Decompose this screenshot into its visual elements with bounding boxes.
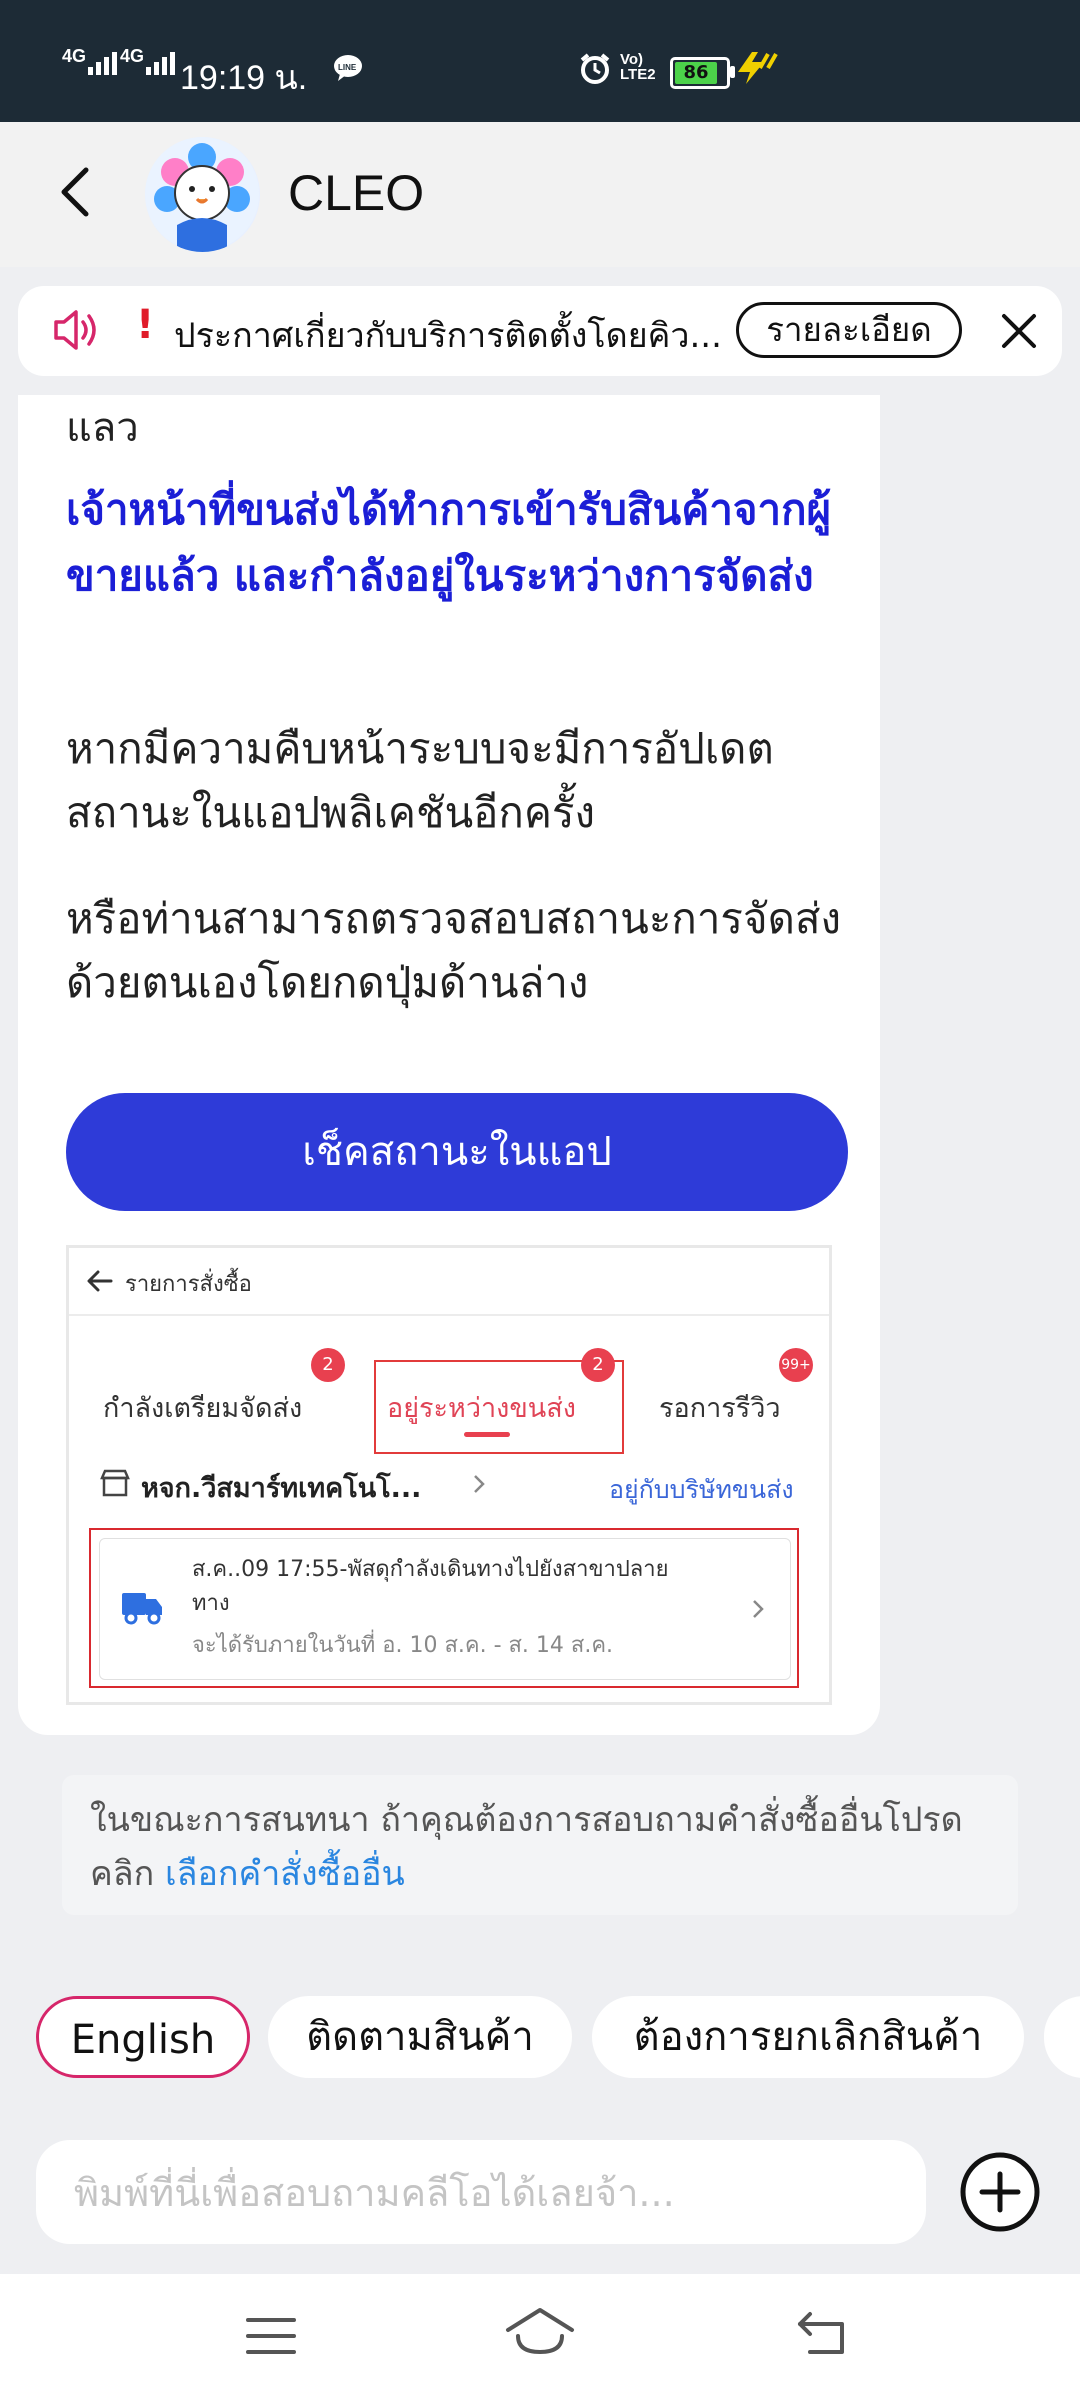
shipment-status-line: ทาง <box>192 1591 230 1616</box>
back-arrow-icon <box>87 1270 113 1292</box>
battery-level: 86 <box>675 62 717 84</box>
shop-name: หจก.วีสมาร์ทเทคโนโ... <box>141 1473 422 1504</box>
shop-status: อยู่กับบริษัทขนส่ง <box>609 1475 794 1504</box>
select-other-order-link[interactable]: เลือกคำสั่งซื้ออื่น <box>165 1854 405 1894</box>
shipment-status-line: ส.ค..09 17:55-พัสดุกำลังเดินทางไปยังสาขา… <box>192 1557 669 1582</box>
embedded-tab-shipping: อยู่ระหว่างขนส่ง <box>387 1393 576 1424</box>
quick-reply-more[interactable] <box>1044 1996 1080 2078</box>
quick-reply-cancel[interactable]: ต้องการยกเลิกสินค้า <box>592 1996 1024 2078</box>
shipment-card: ส.ค..09 17:55-พัสดุกำลังเดินทางไปยังสาขา… <box>99 1538 791 1680</box>
line-app-icon: LINE <box>334 55 362 81</box>
active-tab-indicator <box>464 1432 510 1437</box>
shipment-highlight-box: ส.ค..09 17:55-พัสดุกำลังเดินทางไปยังสาขา… <box>89 1528 799 1688</box>
message-text: หากมีความคืบหน้าระบบจะมีการอัปเดตสถานะใน… <box>66 724 774 837</box>
quick-reply-track[interactable]: ติดตามสินค้า <box>268 1996 572 2078</box>
clock: 19:19 น. <box>180 59 308 97</box>
mascot-icon <box>145 137 259 252</box>
shipment-eta: จะได้รับภายในวันที่ อ. 10 ส.ค. - ส. 14 ส… <box>192 1633 614 1658</box>
message-highlight: เจ้าหน้าที่ขนส่งได้ทำการเข้ารับสินค้าจาก… <box>66 485 832 600</box>
announcement-detail-button[interactable]: รายละเอียด <box>736 302 962 358</box>
home-icon[interactable] <box>504 2304 576 2360</box>
message-text-partial: แลว <box>66 405 139 451</box>
tab-badge: 2 <box>311 1348 345 1382</box>
announcement-text: ประกาศเกี่ยวกับบริการติดตั้งโดยคิว... <box>174 316 722 356</box>
embedded-header: รายการสั่งซื้อ <box>69 1248 829 1316</box>
shipment-status: ส.ค..09 17:55-พัสดุกำลังเดินทางไปยังสาขา… <box>192 1553 752 1621</box>
volte-indicator: Vo) LTE2 <box>620 51 656 83</box>
system-nav-bar <box>0 2274 1080 2400</box>
plus-icon[interactable] <box>958 2150 1042 2234</box>
back-nav-icon[interactable] <box>796 2310 852 2358</box>
charging-icon <box>738 52 778 84</box>
menu-icon[interactable] <box>244 2314 298 2358</box>
note-text: ในขณะการสนทนา ถ้าคุณต้องการสอบถามคำสั่งซ… <box>90 1793 1000 1901</box>
chevron-right-icon <box>474 1475 485 1493</box>
embedded-tab-review: รอการรีวิว <box>659 1393 781 1424</box>
chat-header: CLEO <box>0 122 1080 267</box>
network-type-2: 4G <box>120 46 145 66</box>
close-icon[interactable] <box>996 308 1042 354</box>
shop-icon <box>100 1469 130 1497</box>
truck-icon <box>122 1593 162 1625</box>
message-input-wrap <box>36 2140 926 2246</box>
avatar[interactable] <box>145 137 260 252</box>
battery-icon: 86 <box>670 57 735 89</box>
tab-badge: 2 <box>581 1348 615 1382</box>
alarm-icon <box>580 53 610 84</box>
message-input[interactable] <box>72 2140 906 2246</box>
embedded-title: รายการสั่งซื้อ <box>125 1272 252 1297</box>
signal-bars-icon <box>146 52 175 75</box>
tab-badge: 99+ <box>779 1348 813 1382</box>
embedded-tab-preparing: กำลังเตรียมจัดส่ง <box>103 1393 303 1424</box>
chat-title: CLEO <box>288 165 425 221</box>
quick-reply-english[interactable]: English <box>36 1996 250 2078</box>
back-arrow-icon[interactable] <box>50 162 110 222</box>
message-text: หรือท่านสามารถตรวจสอบสถานะการจัดส่งด้วยต… <box>66 894 841 1007</box>
chevron-right-icon <box>753 1600 764 1618</box>
exclamation-icon: ! <box>136 302 155 348</box>
network-type-1: 4G <box>62 46 87 66</box>
announcement-banner[interactable]: ! ประกาศเกี่ยวกับบริการติดตั้งโดยคิว... … <box>18 286 1062 376</box>
embedded-order-screenshot: รายการสั่งซื้อ กำลังเตรียมจัดส่ง 2 อยู่ร… <box>66 1245 832 1705</box>
speaker-icon <box>54 310 96 350</box>
svg-text:LINE: LINE <box>338 63 357 72</box>
signal-bars-icon <box>88 52 117 75</box>
chat-message-card: แลว เจ้าหน้าที่ขนส่งได้ทำการเข้ารับสินค้… <box>18 395 880 1735</box>
status-bar: 4G 4G 19:19 น. LINE Vo) LTE2 86 <box>0 0 1080 122</box>
info-note: ในขณะการสนทนา ถ้าคุณต้องการสอบถามคำสั่งซ… <box>62 1775 1018 1915</box>
check-status-button[interactable]: เช็คสถานะในแอป <box>66 1093 848 1211</box>
